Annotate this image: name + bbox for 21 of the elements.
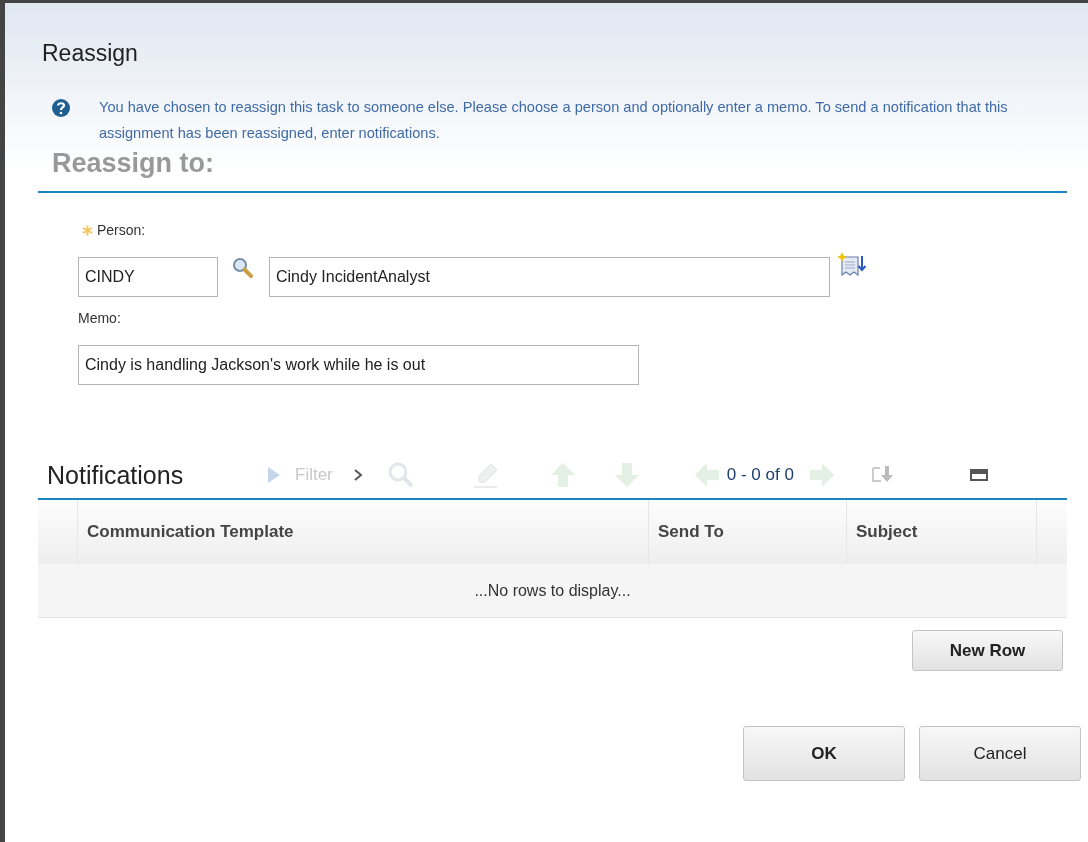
search-icon[interactable] (232, 257, 254, 279)
paging-count: 0 - 0 of 0 (726, 465, 794, 485)
info-message: You have chosen to reassign this task to someone else. Please choose a person and optionally enter a memo. To send a notification that this assignment has been reassigned, enter notifications. (99, 98, 1009, 143)
memo-field[interactable]: Cindy is handling Jackson's work while he is out (78, 345, 639, 385)
person-name-field[interactable]: Cindy IncidentAnalyst (269, 257, 830, 297)
person-id-field[interactable]: CINDY (78, 257, 218, 297)
next-arrow-icon[interactable] (807, 461, 836, 489)
person-label: Person: (97, 222, 146, 238)
empty-table-message: ...No rows to display... (474, 581, 631, 600)
notifications-title: Notifications (47, 460, 185, 490)
minimize-icon[interactable] (969, 469, 988, 481)
section-heading: Reassign to: (38, 148, 1067, 193)
memo-label: Memo: (78, 310, 121, 326)
dialog-button[interactable]: OK (743, 726, 905, 781)
new-row-button[interactable]: New Row (912, 630, 1063, 671)
dialog-button[interactable]: Cancel (919, 726, 1081, 781)
play-icon[interactable] (267, 466, 281, 484)
help-icon (51, 98, 71, 118)
chevron-icon[interactable] (352, 468, 363, 482)
document-icon[interactable] (837, 251, 869, 279)
dialog-title: Reassign (42, 39, 139, 67)
